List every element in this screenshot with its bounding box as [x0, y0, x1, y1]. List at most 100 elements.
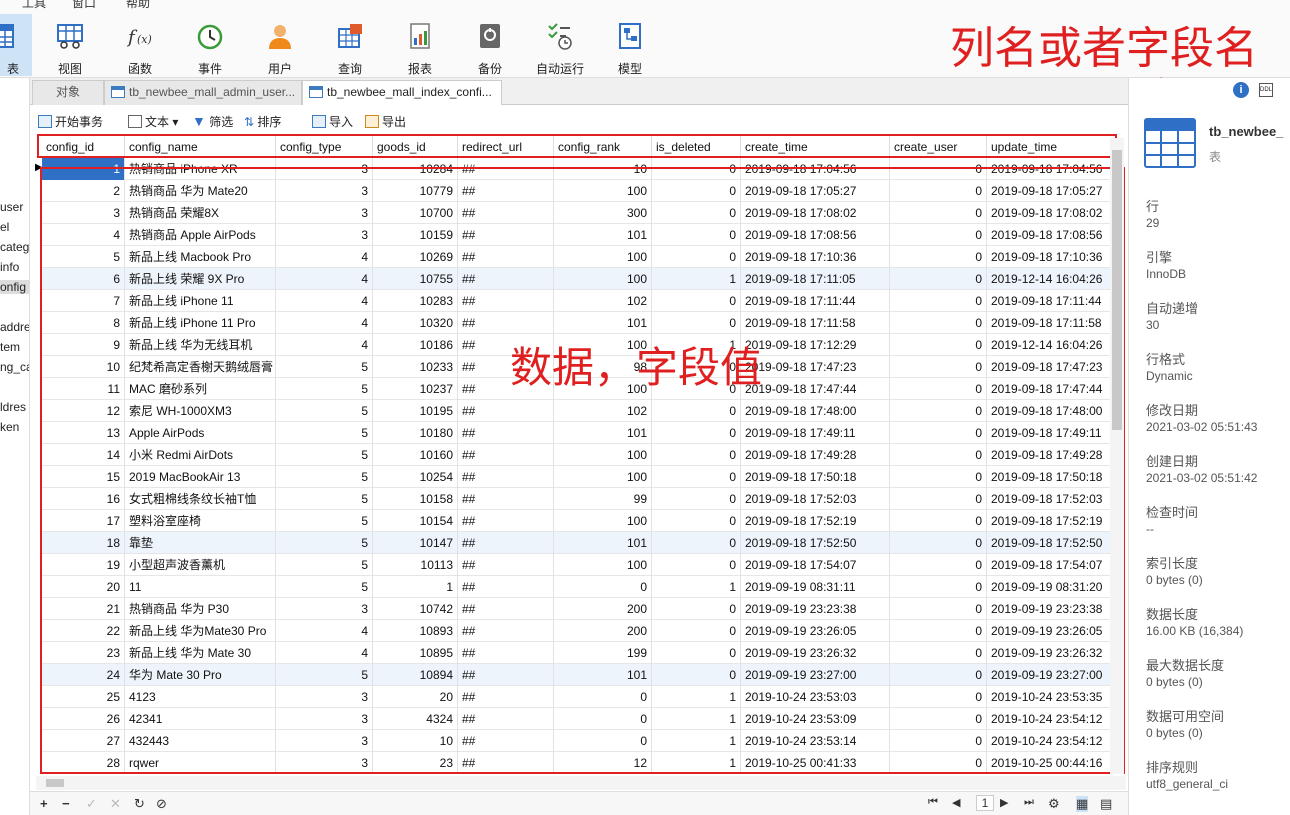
- table-row[interactable]: 18 靠垫 5 10147 ## 101 0 2019-09-18 17:52:50 0 2019…: [42, 532, 1116, 554]
- table-row[interactable]: 6 新品上线 荣耀 9X Pro 4 10755 ## 100 1 2019-09-18 17…: [42, 268, 1116, 290]
- cell-create-time[interactable]: 2019-09-19 23:27:00: [741, 664, 890, 686]
- cell-goods-id[interactable]: 10895: [373, 642, 458, 664]
- ribbon-schedule-button[interactable]: 自动运行: [529, 14, 591, 76]
- cell-config-rank[interactable]: 102: [554, 400, 652, 422]
- cell-update-time[interactable]: 2019-09-18 17:48:00: [987, 400, 1116, 422]
- cell-create-time[interactable]: 2019-09-18 17:49:11: [741, 422, 890, 444]
- cell-goods-id[interactable]: 10147: [373, 532, 458, 554]
- cell-config-name[interactable]: 4123: [125, 686, 276, 708]
- column-header-config-id[interactable]: config_id: [42, 136, 125, 158]
- ribbon-user-button[interactable]: 用户: [249, 14, 311, 76]
- cell-create-time[interactable]: 2019-09-18 17:48:00: [741, 400, 890, 422]
- cell-redirect-url[interactable]: ##: [458, 444, 554, 466]
- cell-goods-id[interactable]: 10893: [373, 620, 458, 642]
- table-row[interactable]: 15 2019 MacBookAir 13 5 10254 ## 100 0 2019-09-…: [42, 466, 1116, 488]
- cell-goods-id[interactable]: 10283: [373, 290, 458, 312]
- cell-create-user[interactable]: 0: [890, 312, 987, 334]
- prev-page-icon[interactable]: ◀: [952, 796, 960, 809]
- cell-goods-id[interactable]: 10180: [373, 422, 458, 444]
- cell-config-rank[interactable]: 100: [554, 268, 652, 290]
- cell-config-id[interactable]: 25: [42, 686, 125, 708]
- ribbon-backup-button[interactable]: 备份: [459, 14, 521, 76]
- cell-create-time[interactable]: 2019-10-24 23:53:09: [741, 708, 890, 730]
- cell-config-id[interactable]: 9: [42, 334, 125, 356]
- cell-goods-id[interactable]: 20: [373, 686, 458, 708]
- cell-update-time[interactable]: 2019-09-18 17:05:27: [987, 180, 1116, 202]
- cell-config-type[interactable]: 3: [276, 730, 373, 752]
- cell-create-time[interactable]: 2019-10-25 00:41:33: [741, 752, 890, 774]
- cell-config-type[interactable]: 3: [276, 752, 373, 774]
- stop-icon[interactable]: ⊘: [156, 796, 167, 812]
- cell-config-id[interactable]: 6: [42, 268, 125, 290]
- cell-goods-id[interactable]: 10269: [373, 246, 458, 268]
- cell-update-time[interactable]: 2019-09-18 17:52:03: [987, 488, 1116, 510]
- table-row[interactable]: 20 11 5 1 ## 0 1 2019-09-19 08:31:11 0 2019-09-19…: [42, 576, 1116, 598]
- delete-record-icon[interactable]: −: [62, 796, 70, 811]
- cell-config-type[interactable]: 3: [276, 180, 373, 202]
- cell-redirect-url[interactable]: ##: [458, 400, 554, 422]
- ribbon-table-button[interactable]: 表: [0, 14, 32, 76]
- cell-config-type[interactable]: 3: [276, 224, 373, 246]
- cell-redirect-url[interactable]: ##: [458, 488, 554, 510]
- cell-config-id[interactable]: 1: [42, 158, 125, 180]
- cell-redirect-url[interactable]: ##: [458, 730, 554, 752]
- column-header-config-name[interactable]: config_name: [125, 136, 276, 158]
- cell-goods-id[interactable]: 10742: [373, 598, 458, 620]
- cell-create-time[interactable]: 2019-09-18 17:47:44: [741, 378, 890, 400]
- cell-goods-id[interactable]: 10233: [373, 356, 458, 378]
- add-record-icon[interactable]: +: [40, 796, 48, 811]
- cell-goods-id[interactable]: 10195: [373, 400, 458, 422]
- column-header-config-rank[interactable]: config_rank: [554, 136, 652, 158]
- cell-config-name[interactable]: 小型超声波香薰机: [125, 554, 276, 576]
- cell-config-name[interactable]: 432443: [125, 730, 276, 752]
- cell-config-name[interactable]: 热销商品 Apple AirPods: [125, 224, 276, 246]
- cell-update-time[interactable]: 2019-09-18 17:50:18: [987, 466, 1116, 488]
- cell-is-deleted[interactable]: 1: [652, 686, 741, 708]
- table-row[interactable]: 1 热销商品 iPhone XR 3 10284 ## 10 0 2019-09-18 17:…: [42, 158, 1116, 180]
- cell-create-time[interactable]: 2019-09-18 17:54:07: [741, 554, 890, 576]
- cell-goods-id[interactable]: 10700: [373, 202, 458, 224]
- cell-config-type[interactable]: 4: [276, 642, 373, 664]
- nav-item[interactable]: el: [0, 220, 29, 234]
- cell-config-rank[interactable]: 99: [554, 488, 652, 510]
- vertical-scrollbar[interactable]: [1110, 138, 1124, 774]
- cell-redirect-url[interactable]: ##: [458, 620, 554, 642]
- nav-item[interactable]: ng_ca: [0, 360, 29, 374]
- cell-update-time[interactable]: 2019-09-18 17:08:02: [987, 202, 1116, 224]
- table-row[interactable]: 23 新品上线 华为 Mate 30 4 10895 ## 199 0 2019-09-19 …: [42, 642, 1116, 664]
- cell-is-deleted[interactable]: 0: [652, 664, 741, 686]
- cell-config-type[interactable]: 5: [276, 356, 373, 378]
- cell-config-rank[interactable]: 100: [554, 444, 652, 466]
- cell-config-name[interactable]: 新品上线 华为 Mate 30: [125, 642, 276, 664]
- table-row[interactable]: 25 4123 3 20 ## 0 1 2019-10-24 23:53:03 0 2019-10…: [42, 686, 1116, 708]
- cell-update-time[interactable]: 2019-09-18 17:11:58: [987, 312, 1116, 334]
- cell-redirect-url[interactable]: ##: [458, 642, 554, 664]
- cell-is-deleted[interactable]: 1: [652, 576, 741, 598]
- cell-config-type[interactable]: 3: [276, 158, 373, 180]
- cell-create-user[interactable]: 0: [890, 532, 987, 554]
- cell-config-id[interactable]: 21: [42, 598, 125, 620]
- table-row[interactable]: 7 新品上线 iPhone 11 4 10283 ## 102 0 2019-09-18 17…: [42, 290, 1116, 312]
- column-header-redirect-url[interactable]: redirect_url: [458, 136, 554, 158]
- cell-update-time[interactable]: 2019-09-18 17:52:50: [987, 532, 1116, 554]
- cell-goods-id[interactable]: 10284: [373, 158, 458, 180]
- cell-create-user[interactable]: 0: [890, 664, 987, 686]
- cell-config-id[interactable]: 23: [42, 642, 125, 664]
- cell-update-time[interactable]: 2019-10-24 23:53:35: [987, 686, 1116, 708]
- cell-update-time[interactable]: 2019-09-19 08:31:20: [987, 576, 1116, 598]
- ddl-icon[interactable]: DDL: [1259, 83, 1273, 97]
- menu-help[interactable]: 帮助: [126, 0, 150, 10]
- cell-goods-id[interactable]: 10: [373, 730, 458, 752]
- table-row[interactable]: 2 热销商品 华为 Mate20 3 10779 ## 100 0 2019-09-18 17…: [42, 180, 1116, 202]
- cell-config-id[interactable]: 17: [42, 510, 125, 532]
- ribbon-model-button[interactable]: 模型: [599, 14, 661, 76]
- cell-is-deleted[interactable]: 0: [652, 466, 741, 488]
- cell-goods-id[interactable]: 10237: [373, 378, 458, 400]
- table-row[interactable]: 14 小米 Redmi AirDots 5 10160 ## 100 0 2019-09-18…: [42, 444, 1116, 466]
- cell-create-time[interactable]: 2019-09-18 17:52:19: [741, 510, 890, 532]
- cell-config-name[interactable]: 热销商品 iPhone XR: [125, 158, 276, 180]
- cell-config-rank[interactable]: 0: [554, 576, 652, 598]
- last-page-icon[interactable]: ⏭: [1024, 796, 1034, 809]
- cell-config-rank[interactable]: 101: [554, 224, 652, 246]
- cell-update-time[interactable]: 2019-09-18 17:10:36: [987, 246, 1116, 268]
